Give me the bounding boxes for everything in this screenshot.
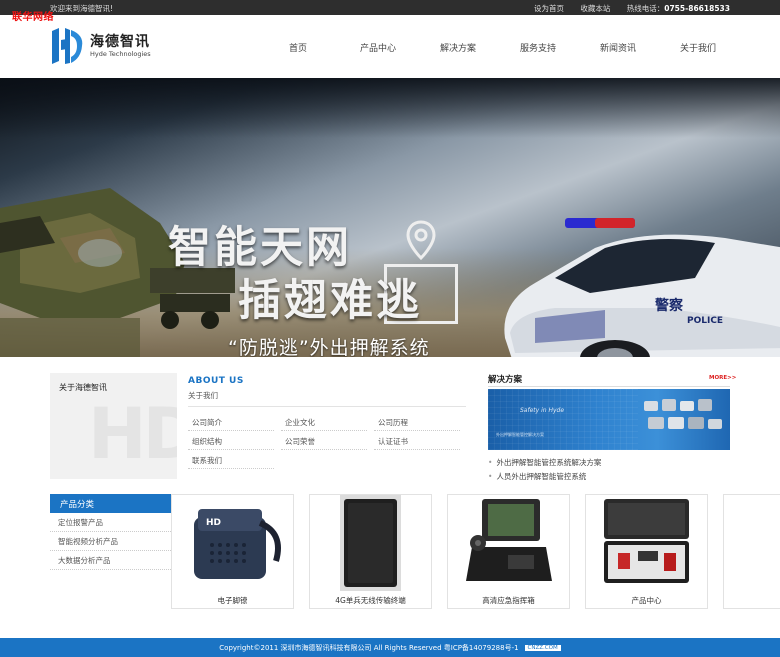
link-divider bbox=[281, 449, 367, 450]
link-divider bbox=[281, 430, 367, 431]
stats-badge[interactable]: CNZZ.COM bbox=[524, 645, 561, 651]
police-car-image: 警察 POLICE bbox=[504, 218, 780, 357]
bookmark-link[interactable]: 收藏本站 bbox=[580, 4, 610, 13]
link-divider bbox=[374, 449, 460, 450]
link-divider bbox=[188, 430, 274, 431]
solutions-heading: 解决方案 bbox=[488, 375, 523, 385]
link-divider bbox=[188, 449, 274, 450]
phone-label: 热线电话： bbox=[626, 4, 665, 13]
product-image-anklet: HD bbox=[172, 495, 293, 591]
link-certificates[interactable]: 认证证书 bbox=[378, 436, 408, 447]
nav-solutions[interactable]: 解决方案 bbox=[418, 41, 498, 54]
logo-mark-icon bbox=[52, 28, 83, 64]
product-caption: 4G单兵无线传输终端 bbox=[335, 596, 406, 605]
category-item-bigdata[interactable]: 大数据分析产品 bbox=[50, 551, 177, 570]
product-image-4g-terminal bbox=[310, 495, 431, 591]
set-home-link[interactable]: 设为首页 bbox=[534, 4, 564, 13]
product-card[interactable]: 4G单兵无线传输终端 bbox=[309, 494, 432, 609]
logo[interactable]: 海德智讯 Hyde Technologies bbox=[50, 27, 170, 67]
link-contact[interactable]: 联系我们 bbox=[192, 455, 222, 466]
link-company-intro[interactable]: 公司简介 bbox=[192, 417, 222, 428]
solution-item-2[interactable]: 人员外出押解智能管控系统 bbox=[488, 471, 586, 482]
solutions-more-link[interactable]: MORE>> bbox=[709, 375, 736, 381]
location-pin-icon bbox=[406, 220, 436, 260]
product-image-command-case bbox=[448, 495, 569, 591]
car-badge-cn: 警察 bbox=[655, 297, 684, 314]
product-caption: 电子脚镣 bbox=[217, 596, 248, 605]
product-card[interactable]: HD 电子脚镣 bbox=[171, 494, 294, 609]
link-structure[interactable]: 组织结构 bbox=[192, 436, 222, 447]
devices-illustration bbox=[644, 399, 722, 429]
car-badge-police: POLICE bbox=[687, 316, 723, 326]
footer: Copyright©2011 深圳市海德智讯科技有限公司 All Rights … bbox=[0, 638, 780, 657]
top-bar: 联华网络 欢迎来到海德智讯! 设为首页 收藏本站 热线电话：0755-86618… bbox=[0, 0, 780, 23]
about-us-subheading: 关于我们 bbox=[188, 391, 218, 400]
product-caption: 高清应急指挥箱 bbox=[482, 596, 535, 605]
link-divider bbox=[374, 430, 460, 431]
solutions-image-text: 外出押解智能管控解决方案 bbox=[496, 432, 544, 437]
banner-sky bbox=[0, 78, 780, 138]
about-us-divider bbox=[188, 406, 466, 407]
category-list: 定位报警产品 智能视频分析产品 大数据分析产品 bbox=[50, 513, 177, 570]
nav-home[interactable]: 首页 bbox=[258, 41, 338, 54]
product-caption: 产品中心 bbox=[631, 596, 662, 605]
link-culture[interactable]: 企业文化 bbox=[285, 417, 315, 428]
solutions-image-title: Safety in Hyde bbox=[520, 407, 565, 414]
solutions-image-grid bbox=[488, 389, 638, 450]
product-card-partial[interactable] bbox=[723, 494, 780, 609]
about-us-heading: ABOUT US bbox=[188, 376, 244, 386]
svg-text:HD: HD bbox=[206, 518, 221, 528]
welcome-text: 欢迎来到海德智讯! bbox=[50, 4, 114, 13]
about-company-box[interactable]: 关于海德智讯 HD bbox=[50, 373, 177, 479]
header: 海德智讯 Hyde Technologies 首页 产品中心 解决方案 服务支持 新闻资… bbox=[0, 15, 780, 78]
link-history[interactable]: 公司历程 bbox=[378, 417, 408, 428]
logo-en-text: Hyde Technologies bbox=[90, 50, 151, 58]
link-divider bbox=[188, 468, 274, 469]
nav-news[interactable]: 新闻资讯 bbox=[578, 41, 658, 54]
category-heading: 产品分类 bbox=[50, 494, 177, 513]
top-links: 设为首页 收藏本站 热线电话：0755-86618533 bbox=[520, 3, 730, 14]
logo-cn-text: 海德智讯 bbox=[90, 34, 150, 50]
solution-item-1[interactable]: 外出押解智能管控系统解决方案 bbox=[488, 457, 601, 468]
product-card[interactable]: 产品中心 bbox=[585, 494, 708, 609]
brand-tag: 联华网络 bbox=[12, 12, 54, 23]
link-honors[interactable]: 公司荣誉 bbox=[285, 436, 315, 447]
solutions-divider bbox=[488, 386, 730, 387]
solutions-image[interactable]: Safety in Hyde 外出押解智能管控解决方案 bbox=[488, 389, 730, 450]
product-card[interactable]: 高清应急指挥箱 bbox=[447, 494, 570, 609]
nav-products[interactable]: 产品中心 bbox=[338, 41, 418, 54]
product-image-case-kit bbox=[586, 495, 707, 591]
main-nav: 首页 产品中心 解决方案 服务支持 新闻资讯 关于我们 bbox=[258, 41, 738, 54]
footer-copyright: Copyright©2011 深圳市海德智讯科技有限公司 All Rights … bbox=[219, 644, 519, 652]
about-company-title: 关于海德智讯 bbox=[59, 383, 107, 392]
banner-headline-2: 插翅难逃 bbox=[238, 276, 422, 326]
category-item-video[interactable]: 智能视频分析产品 bbox=[50, 532, 177, 551]
banner-subline: “防脱逃”外出押解系统 bbox=[228, 337, 430, 357]
nav-support[interactable]: 服务支持 bbox=[498, 41, 578, 54]
about-watermark: HD bbox=[88, 393, 177, 475]
nav-about[interactable]: 关于我们 bbox=[658, 41, 738, 54]
category-item-location[interactable]: 定位报警产品 bbox=[50, 513, 177, 532]
phone-number: 0755-86618533 bbox=[664, 4, 730, 13]
hero-banner[interactable]: 警察 POLICE 智能天网 插翅难逃 “防脱逃”外出押解系统 bbox=[0, 78, 780, 357]
